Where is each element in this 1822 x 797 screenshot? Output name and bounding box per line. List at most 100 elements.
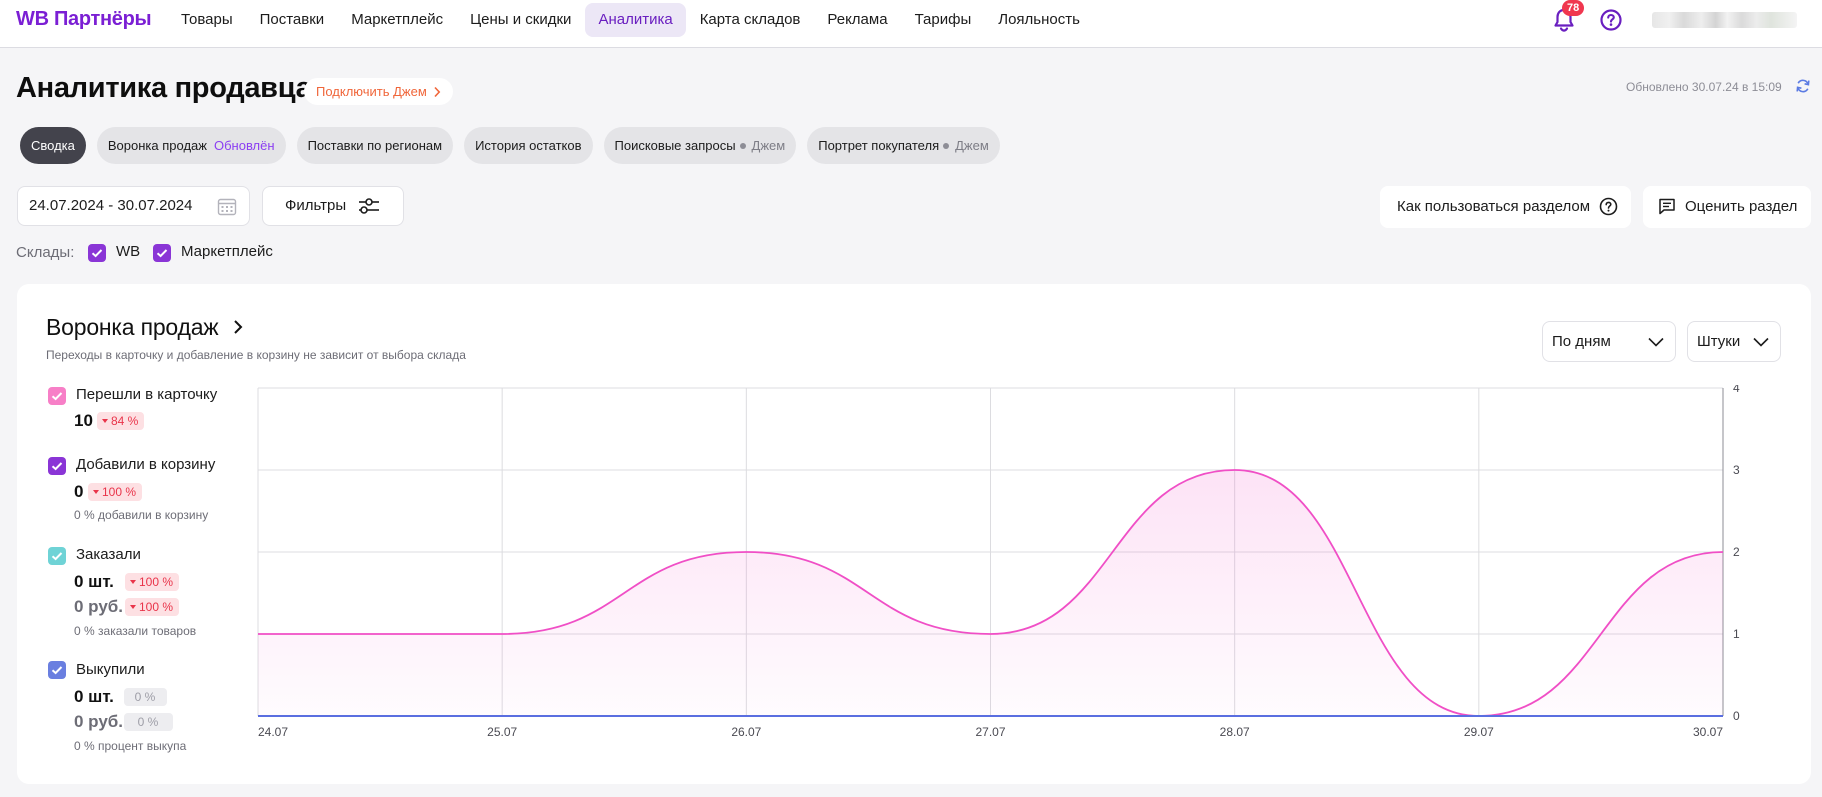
- metric-ordered-checkbox[interactable]: [48, 547, 66, 565]
- nav-menu: Товары Поставки Маркетплейс Цены и скидк…: [168, 3, 1094, 37]
- nav-item-warehouse-map[interactable]: Карта складов: [687, 3, 814, 37]
- arrow-down-icon: [93, 490, 99, 495]
- x-tick-label: 26.07: [731, 725, 761, 739]
- metric-added-to-cart-delta: 100 %: [88, 483, 143, 501]
- tab-summary[interactable]: Сводка: [20, 127, 86, 164]
- metric-card-visits-value: 10: [74, 411, 93, 430]
- funnel-title[interactable]: Воронка продаж: [46, 314, 219, 341]
- tab-stock-history[interactable]: История остатков: [464, 127, 593, 164]
- metric-added-to-cart-note: 0 % добавили в корзину: [74, 508, 209, 522]
- jam-tag: Джем: [751, 138, 786, 153]
- metric-card-visits-checkbox[interactable]: [48, 387, 66, 405]
- y-tick-label: 0: [1733, 709, 1740, 723]
- check-icon: [51, 462, 63, 471]
- metric-ordered-sum-delta-text: 100 %: [139, 600, 174, 614]
- analytics-tabs: Сводка Воронка продаж Обновлён Поставки п…: [20, 127, 1000, 164]
- metric-bought-out-count-delta: 0 %: [124, 688, 167, 706]
- metric-card-visits-delta: 84 %: [97, 412, 145, 430]
- metric-bought-out-label: Выкупили: [76, 661, 145, 678]
- notifications-badge: 78: [1562, 0, 1585, 16]
- metric-ordered-sum-delta: 100 %: [125, 598, 180, 616]
- metric-ordered-count: 0 шт.: [74, 572, 114, 591]
- x-tick-label: 27.07: [975, 725, 1005, 739]
- warehouses-label: Склады:: [16, 244, 75, 261]
- nav-item-loyalty[interactable]: Лояльность: [985, 3, 1093, 37]
- top-nav: WB Партнёры Товары Поставки Маркетплейс …: [0, 0, 1822, 48]
- updated-timestamp: Обновлено 30.07.24 в 15:09: [1626, 80, 1782, 94]
- refresh-icon[interactable]: [1795, 78, 1811, 94]
- tab-updated-badge: Обновлён: [213, 138, 275, 153]
- period-select-value: По дням: [1552, 333, 1611, 350]
- arrow-down-icon: [102, 419, 108, 424]
- metric-ordered-note: 0 % заказали товаров: [74, 624, 197, 638]
- y-tick-label: 4: [1733, 385, 1740, 395]
- jam-dot-icon: [943, 143, 950, 150]
- metric-bought-out-note: 0 % процент выкупа: [74, 739, 187, 753]
- page-title: Аналитика продавца: [16, 72, 312, 104]
- nav-item-tariffs[interactable]: Тарифы: [902, 3, 985, 37]
- warehouse-wb-label: WB: [116, 243, 141, 260]
- warehouse-marketplace-checkbox[interactable]: [153, 244, 171, 262]
- y-tick-label: 2: [1733, 545, 1740, 559]
- unit-select[interactable]: Штуки: [1687, 321, 1781, 362]
- tab-region-supplies-label: Поставки по регионам: [307, 138, 443, 153]
- check-icon: [91, 249, 103, 258]
- filters-button[interactable]: Фильтры: [262, 186, 404, 226]
- metric-bought-out-sum: 0 руб.: [74, 712, 124, 731]
- jam-dot-icon: [739, 143, 746, 150]
- check-icon: [51, 392, 63, 401]
- x-tick-label: 25.07: [487, 725, 517, 739]
- tab-buyer-portrait-label: Портрет покупателя: [818, 138, 940, 153]
- jam-tag: Джем: [955, 138, 989, 153]
- nav-item-analytics[interactable]: Аналитика: [585, 3, 686, 37]
- chevron-down-icon: [1753, 337, 1769, 347]
- funnel-subtitle: Переходы в карточку и добавление в корзи…: [46, 348, 466, 362]
- tab-stock-history-label: История остатков: [475, 138, 582, 153]
- metric-bought-out-sum-delta: 0 %: [124, 713, 173, 731]
- unit-select-value: Штуки: [1697, 333, 1741, 350]
- warehouse-marketplace-label: Маркетплейс: [181, 243, 273, 260]
- filter-sliders-icon: [359, 198, 379, 214]
- metric-added-to-cart-value: 0: [74, 482, 84, 501]
- chevron-right-icon: [434, 86, 441, 97]
- tab-search-queries[interactable]: Поисковые запросы Джем: [603, 127, 797, 164]
- tab-sales-funnel[interactable]: Воронка продаж Обновлён: [96, 127, 286, 164]
- metric-added-to-cart-delta-text: 100 %: [102, 485, 137, 499]
- metric-ordered-count-delta-text: 100 %: [139, 575, 174, 589]
- check-icon: [51, 666, 63, 675]
- connect-jam-button[interactable]: Подключить Джем: [304, 78, 453, 105]
- connect-jam-label: Подключить Джем: [316, 84, 427, 99]
- tab-buyer-portrait[interactable]: Портрет покупателя Джем: [807, 127, 1000, 164]
- feedback-icon: [1659, 198, 1675, 215]
- warehouse-wb-checkbox[interactable]: [88, 244, 106, 262]
- chevron-down-icon: [1648, 337, 1664, 347]
- rate-section-label: Оценить раздел: [1685, 198, 1798, 215]
- metric-card-visits-label: Перешли в карточку: [76, 386, 218, 403]
- nav-item-marketplace[interactable]: Маркетплейс: [338, 3, 456, 37]
- period-select[interactable]: По дням: [1542, 321, 1676, 362]
- tab-sales-funnel-label: Воронка продаж: [107, 138, 207, 153]
- check-icon: [156, 249, 168, 258]
- arrow-down-icon: [130, 605, 136, 610]
- x-tick-label: 24.07: [258, 725, 288, 739]
- help-circle-icon[interactable]: [1598, 7, 1624, 33]
- check-icon: [51, 552, 63, 561]
- date-range-input[interactable]: 24.07.2024 - 30.07.2024: [17, 186, 250, 226]
- tab-region-supplies[interactable]: Поставки по регионам: [296, 127, 454, 164]
- x-tick-label: 30.07: [1693, 725, 1723, 739]
- metric-added-to-cart-checkbox[interactable]: [48, 457, 66, 475]
- how-to-use-button[interactable]: Как пользоваться разделом: [1380, 186, 1631, 228]
- nav-item-supplies[interactable]: Поставки: [247, 3, 338, 37]
- metric-added-to-cart-label: Добавили в корзину: [76, 456, 216, 473]
- logo[interactable]: WB Партнёры: [16, 8, 152, 31]
- nav-item-ads[interactable]: Реклама: [814, 3, 900, 37]
- user-account-blurred[interactable]: [1652, 12, 1797, 28]
- calendar-icon[interactable]: [217, 197, 237, 216]
- funnel-chart[interactable]: 0 1 2 3 4 24.07 25.07 26.07 27.07 28.07 29.07 30.07: [255, 385, 1805, 745]
- metric-bought-out-count: 0 шт.: [74, 687, 114, 706]
- chevron-right-icon[interactable]: [231, 318, 245, 336]
- nav-item-prices[interactable]: Цены и скидки: [457, 3, 584, 37]
- metric-card-visits-delta-text: 84 %: [111, 414, 139, 428]
- metric-bought-out-checkbox[interactable]: [48, 661, 66, 679]
- nav-item-goods[interactable]: Товары: [168, 3, 246, 37]
